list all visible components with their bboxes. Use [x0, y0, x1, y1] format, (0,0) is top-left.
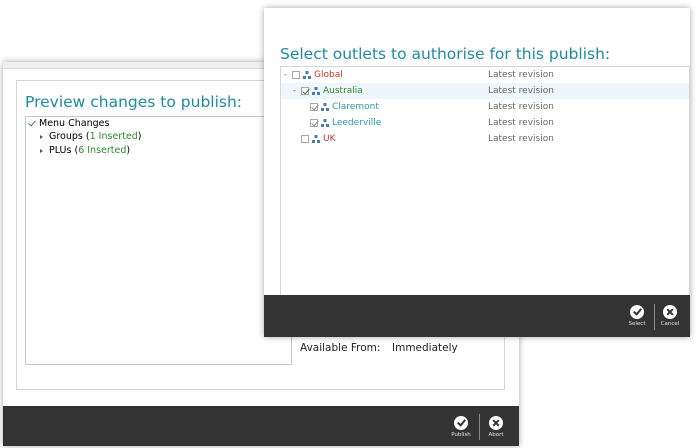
close-circle-icon [663, 305, 677, 319]
tree-item-groups-count: 1 Inserted [89, 131, 138, 142]
outlet-row-claremont[interactable]: Claremont Latest revision [281, 99, 689, 115]
outlet-checkbox-uk[interactable] [301, 134, 309, 143]
outlet-name-global: Global [314, 70, 343, 80]
outlets-window: Select outlets to authorise for this pub… [264, 8, 690, 337]
outlets-footer: Select Cancel [264, 295, 690, 337]
hierarchy-icon [321, 118, 329, 127]
select-button[interactable]: Select [623, 305, 651, 327]
cancel-label: Cancel [660, 321, 680, 327]
tree-item-plus-label: PLUs [49, 145, 72, 156]
tree-root-checkbox[interactable] [28, 119, 36, 128]
publish-label: Publish [451, 432, 471, 438]
cancel-button[interactable]: Cancel [656, 305, 684, 327]
check-circle-icon [454, 416, 468, 430]
check-circle-icon [630, 305, 644, 319]
publish-button[interactable]: Publish [447, 416, 475, 438]
collapse-toggle-icon[interactable]: - [293, 86, 296, 95]
expand-arrow-icon[interactable] [40, 134, 43, 139]
outlet-revision-global: Latest revision [488, 70, 554, 80]
tree-item-groups[interactable]: Groups (1 Inserted) [40, 131, 142, 142]
outlet-revision-australia: Latest revision [488, 86, 554, 96]
hierarchy-icon [321, 102, 329, 111]
outlet-name-australia: Australia [323, 86, 363, 96]
tree-item-plus[interactable]: PLUs (6 Inserted) [40, 145, 130, 156]
preview-footer: Publish Abort [3, 406, 519, 446]
hierarchy-icon [303, 70, 311, 79]
outlets-title: Select outlets to authorise for this pub… [280, 45, 611, 63]
tree-root-label: Menu Changes [39, 118, 110, 129]
outlet-checkbox-leederville[interactable] [310, 118, 318, 127]
preview-title: Preview changes to publish: [25, 93, 243, 111]
close-circle-icon [489, 416, 503, 430]
tree-item-plus-count: 6 Inserted [78, 145, 127, 156]
collapse-toggle-icon[interactable]: - [284, 70, 287, 79]
changes-tree: Menu Changes Groups (1 Inserted) PLUs (6… [25, 116, 292, 365]
outlet-revision-leederville: Latest revision [488, 118, 554, 128]
available-from-label: Available From: [300, 342, 381, 354]
available-from-value: Immediately [392, 342, 458, 354]
abort-button[interactable]: Abort [482, 416, 510, 438]
outlet-row-global[interactable]: - Global Latest revision [281, 67, 689, 83]
outlet-row-australia[interactable]: - Australia Latest revision [281, 83, 689, 99]
tree-item-groups-label: Groups [49, 131, 83, 142]
outlet-row-uk[interactable]: UK Latest revision [281, 131, 689, 147]
tree-root[interactable]: Menu Changes [28, 118, 109, 129]
footer-divider [654, 304, 655, 330]
outlet-name-claremont: Claremont [332, 102, 379, 112]
outlet-checkbox-australia[interactable] [301, 86, 309, 95]
outlet-row-leederville[interactable]: Leederville Latest revision [281, 115, 689, 131]
outlet-checkbox-claremont[interactable] [310, 102, 318, 111]
outlet-revision-claremont: Latest revision [488, 102, 554, 112]
footer-divider [479, 414, 480, 440]
abort-label: Abort [488, 432, 504, 438]
hierarchy-icon [312, 134, 320, 143]
select-label: Select [628, 321, 646, 327]
outlets-grid: - Global Latest revision - Australia Lat… [280, 66, 690, 296]
outlet-revision-uk: Latest revision [488, 134, 554, 144]
hierarchy-icon [312, 86, 320, 95]
outlet-checkbox-global[interactable] [292, 70, 300, 79]
outlet-name-leederville: Leederville [332, 118, 382, 128]
outlet-name-uk: UK [323, 134, 336, 144]
expand-arrow-icon[interactable] [40, 148, 43, 153]
